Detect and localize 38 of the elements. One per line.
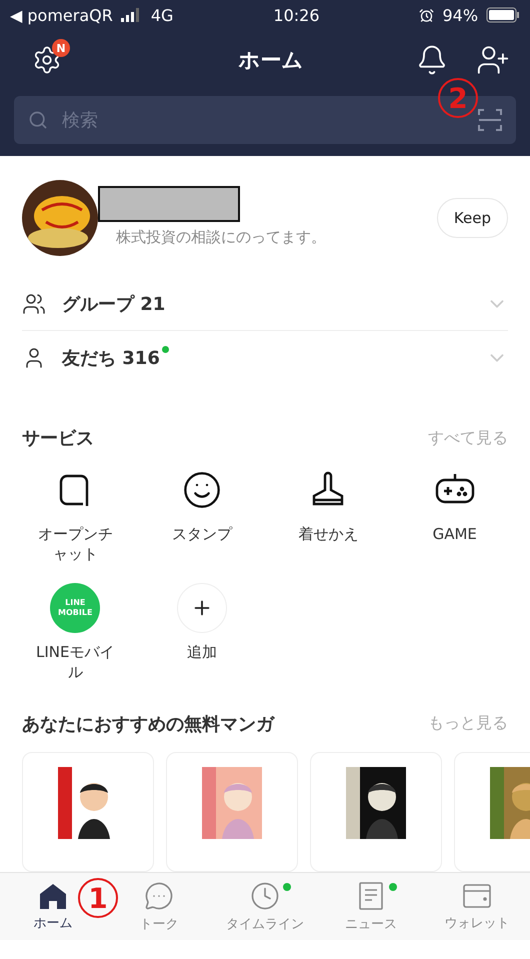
manga-card[interactable] [310, 752, 442, 872]
clock-time: 10:26 [273, 6, 320, 24]
section-title: あなたにおすすめの無料マンガ [22, 712, 274, 736]
battery-percent: 94% [442, 6, 478, 24]
bell-button[interactable] [416, 44, 448, 76]
alarm-icon [419, 8, 434, 22]
line-mobile-logo: LINE MOBILE [50, 583, 100, 634]
service-label[interactable]: スタンプ [158, 524, 246, 544]
service-label[interactable]: GAME [410, 524, 499, 544]
service-label[interactable]: 追加 [158, 642, 246, 662]
annotation-marker: 2 [438, 78, 478, 118]
list-row[interactable]: 友だち 316 [22, 331, 508, 384]
document-icon [357, 880, 385, 910]
section-title: サービス [22, 427, 94, 450]
row-label: 友だち 316 [62, 346, 160, 370]
battery-icon [486, 7, 520, 23]
network-type: 4G [150, 6, 174, 24]
clock-icon [250, 880, 280, 910]
manga-card[interactable] [22, 752, 154, 872]
smile-icon [182, 470, 222, 510]
search-icon [28, 110, 48, 130]
users-icon [22, 292, 46, 316]
chat-bubble-icon [144, 880, 174, 910]
service-label[interactable]: LINEモバイル [31, 642, 120, 682]
page-title: ホーム [238, 47, 304, 74]
scan-icon [478, 109, 502, 131]
service-label[interactable]: オープンチャット [31, 524, 120, 564]
service-label[interactable]: 着せかえ [284, 524, 372, 544]
annotation-marker: 1 [78, 878, 118, 918]
row-label: グループ 21 [62, 293, 166, 316]
new-badge: N [52, 39, 70, 57]
keep-button[interactable]: Keep [436, 198, 508, 238]
add-button[interactable] [176, 583, 227, 634]
status-message: 株式投資の相談にのってます。 [116, 228, 327, 246]
home-icon [38, 882, 68, 910]
carrier-name: ◀ pomeraQR [10, 6, 113, 24]
wallet-icon [462, 882, 492, 910]
list-row[interactable]: グループ 21 [22, 278, 508, 332]
